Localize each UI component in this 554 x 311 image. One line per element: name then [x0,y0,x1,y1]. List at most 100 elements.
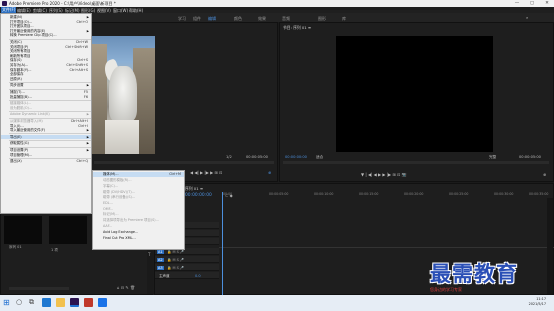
windows-start-icon[interactable]: ⊞ [3,298,12,307]
file-menu-item-label: 新建(N) [10,15,22,19]
window-titlebar: Adobe Premiere Pro 2020 - C:\用户\Video\桌面… [0,0,554,7]
watermark-main-text: 最需教育 [430,261,518,286]
program-quality-select[interactable]: 完整 [489,155,496,160]
edge-browser-icon[interactable] [42,298,51,307]
export-menu-item-2[interactable]: 字幕(C)... [93,184,184,189]
clock-date: 2021/5/17 [528,302,546,306]
close-button[interactable]: ✕ [540,0,554,7]
program-scrub-bar[interactable] [283,161,549,164]
file-menu-item-label: 获取属性(G) [10,141,29,146]
file-menu-item-22[interactable]: 设为脱机(O)... [1,106,91,111]
file-menu-item-32[interactable]: 获取属性(G) ▶ [1,141,91,146]
file-menu-item-label: 捕捉(T)... [10,90,25,94]
ruler-tick: 00:00 [223,192,233,196]
export-menu-item-label: OMF... [103,206,114,211]
timeline-timecode[interactable]: 00:00:00:00 [185,193,212,198]
track-mute-solo[interactable]: 🔒 M S 🎤 [167,258,184,262]
watermark-sub-text: 您身边的学习专家 [430,287,462,292]
project-item-thumbnail-2[interactable] [49,216,87,244]
file-menu-item-35[interactable]: 项目管理(M)... [1,153,91,158]
source-playback-controls[interactable]: ◀ ◀| ▶ |▶ ▶ ⊞ ⊡ [190,170,222,175]
export-menu-item-9[interactable]: AAF... [93,224,184,229]
search-icon[interactable]: ○ [16,298,25,307]
export-menu-item-5[interactable]: EDL... [93,201,184,206]
file-menu-item-24[interactable]: Adobe Dynamic Link(K) ▶ [1,112,91,117]
submenu-arrow-icon: ▶ [86,128,89,133]
video-audio-divider [219,247,554,248]
source-fit-select[interactable]: 1/2 [226,155,232,159]
file-menu-item-label: 导入(I)... [10,123,24,128]
premiere-taskbar-icon[interactable] [70,298,79,307]
project-zoom-slider[interactable] [9,287,69,290]
file-menu-dropdown: 新建(N) ▶ 打开项目(O)... Ctrl+O 打开团队项目... 打开最近使用的内容… [0,13,92,214]
file-menu-item-label: 全部保存 [10,72,24,77]
ruler-tick: 00:00:35:00 [529,192,549,196]
source-duration: 00:00:05:00 [246,155,268,159]
track-target-a3[interactable]: A3 [157,265,164,270]
file-menu-item-label: 设为脱机(O)... [10,105,33,110]
timeline-ruler[interactable]: 00:00 00:00:05:00 00:00:10:00 00:00:15:0… [219,192,554,198]
export-menu-item-0[interactable]: 媒体(M)... Ctrl+M [93,172,184,177]
project-item-thumbnail[interactable] [4,216,42,244]
file-menu-item-4[interactable]: 转换 Premiere Clip 项目(C)... [1,33,91,38]
export-menu-item-label: 将选择项导出为 Premiere 项目(S)... [103,218,159,223]
source-add-button[interactable]: ⊕ [268,170,271,175]
ruler-tick: 00:00:05:00 [269,192,289,196]
file-menu-item-37[interactable]: 退出(X) Ctrl+Q [1,159,91,164]
program-fit-select[interactable]: 适合 [316,155,323,160]
project-toolbar-icons[interactable]: ⌂ ⊟ ✎ 🗑 [117,285,135,290]
file-menu-item-label: 项目设置(P) [10,148,29,152]
track-mute-solo[interactable]: 🔒 M S 🎤 [167,266,184,270]
file-menu-item-label: 关闭项目(P) [10,44,29,49]
master-track-value[interactable]: 0.0 [195,274,201,278]
export-menu-item-label: 媒体(M)... [103,172,119,176]
export-menu-item-shortcut: Ctrl+M [169,172,181,176]
file-menu-item-19[interactable]: 批量捕捉(B)... F6 [1,95,91,100]
file-menu-item-30[interactable]: 导出(E) ▶ [1,134,91,140]
workspace-search-icon[interactable]: ⌕ [526,15,528,20]
master-track-label: 主声道 [159,273,170,278]
source-scrub-bar[interactable] [94,161,274,164]
system-clock[interactable]: 11:17 2021/5/17 [529,297,546,307]
file-menu-item-label: 从媒体浏览器导入(M) [10,119,43,123]
program-playback-controls[interactable]: ▼ | ◀| ◀ ▶ ▶ |▶ ⊞ ⊡ 📷 [361,172,407,177]
app-taskbar-icon-2[interactable] [98,298,107,307]
export-menu-item-6[interactable]: OMF... [93,207,184,212]
task-view-icon[interactable]: ⧉ [29,298,38,307]
export-menu-item-7[interactable]: 标记(M)... [93,212,184,217]
export-menu-item-11[interactable]: Final Cut Pro XML... [93,236,184,241]
ruler-tick: 00:00:20:00 [404,192,424,196]
track-target-a2[interactable]: A2 [157,257,164,262]
timeline-tab[interactable]: 序列 01 ≡ [185,186,203,192]
program-add-button[interactable]: ⊕ [543,172,546,177]
track-header-master[interactable]: 主声道 0.0 [155,272,219,279]
file-menu-item-label: 批量捕捉(B)... [10,94,32,99]
export-menu-item-8[interactable]: 将选择项导出为 Premiere 项目(S)... [93,218,184,223]
file-menu-item-shortcut: Ctrl+Q [76,159,88,164]
track-header-a3[interactable]: A3 🔒 M S 🎤 [155,264,219,271]
export-menu-item-label: 标记(M)... [103,212,119,217]
file-menu-item-label: 还原(R) [10,76,22,81]
submenu-arrow-icon: ▶ [86,112,89,117]
export-menu-item-10[interactable]: Avid Log Exchange... [93,230,184,235]
file-menu-item-label: 退出(X) [10,159,22,164]
file-menu-item-16[interactable]: 同步设置 ▶ [1,83,91,88]
file-menu-item-14[interactable]: 还原(R) [1,77,91,82]
minimize-button[interactable]: — [510,0,524,7]
track-target-a1[interactable]: A1 [157,249,164,254]
file-explorer-icon[interactable] [56,298,65,307]
type-tool-icon[interactable]: T [148,252,150,257]
timeline-playhead[interactable] [222,192,223,295]
export-menu-item-4[interactable]: 磁带 (串行设备)(S)... [93,195,184,200]
program-timecode[interactable]: 00:00:00:00 [285,155,307,159]
export-menu-item-label: 磁带 (串行设备)(S)... [103,195,136,200]
app-taskbar-icon[interactable] [84,298,93,307]
file-menu-item-label: 打开项目(O)... [10,19,33,24]
export-menu-item-3[interactable]: 磁带 (DV/HDV)(T)... [93,190,184,195]
export-menu-item-1[interactable]: 动态图形模板(R)... [93,178,184,183]
watermark-logo: 最需教育 您身边的学习专家 [426,258,552,295]
maximize-button[interactable]: ▢ [525,0,539,7]
track-header-a2[interactable]: A2 🔒 M S 🎤 [155,256,219,263]
file-menu-item-28[interactable]: 导入最近使用的文件(F) ▶ [1,128,91,133]
track-mute-solo[interactable]: 🔒 M S 🎤 [167,250,184,254]
